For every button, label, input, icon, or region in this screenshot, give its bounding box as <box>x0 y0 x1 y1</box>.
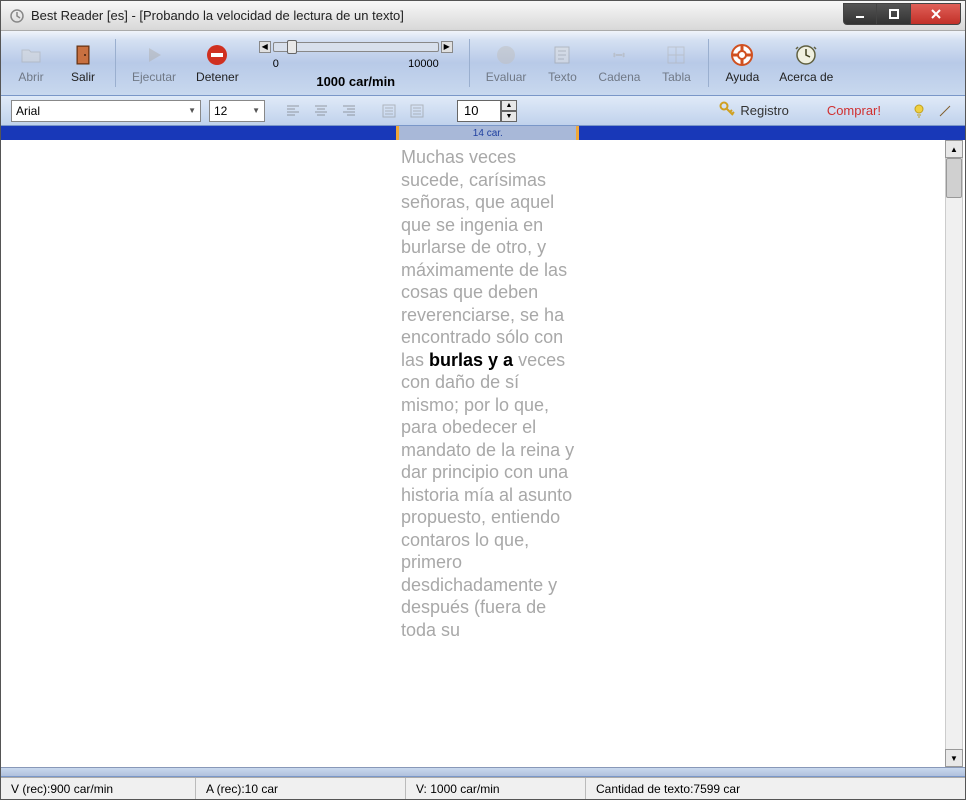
vertical-scrollbar[interactable]: ▲ ▼ <box>945 140 963 767</box>
status-vrec: V (rec):900 car/min <box>1 778 196 799</box>
align-left-button[interactable] <box>281 100 305 122</box>
window-controls <box>843 3 961 25</box>
status-cantidad: Cantidad de texto:7599 car <box>586 778 965 799</box>
titlebar[interactable]: Best Reader [es] - [Probando la velocida… <box>1 1 965 31</box>
register-button[interactable]: Registro <box>718 100 788 121</box>
list-group <box>377 100 429 122</box>
columns-spinner: ▲ ▼ <box>457 100 517 122</box>
app-icon <box>9 8 25 24</box>
toolbar-separator <box>708 39 709 87</box>
speed-value: 1000 car/min <box>259 74 453 89</box>
grid-icon <box>663 42 689 68</box>
font-size-combo[interactable]: 12 ▼ <box>209 100 265 122</box>
minimize-button[interactable] <box>843 3 877 25</box>
toolbar-separator <box>469 39 470 87</box>
clock-icon <box>793 42 819 68</box>
spinner-down-button[interactable]: ▼ <box>501 111 517 122</box>
columns-input[interactable] <box>457 100 501 122</box>
align-center-button[interactable] <box>309 100 333 122</box>
lifebuoy-icon <box>729 42 755 68</box>
slider-row: ◀ ▶ <box>259 38 453 56</box>
align-right-button[interactable] <box>337 100 361 122</box>
key-icon <box>718 100 736 121</box>
door-icon <box>70 42 96 68</box>
evaluate-button[interactable]: Evaluar <box>478 35 535 91</box>
scroll-up-button[interactable]: ▲ <box>945 140 963 158</box>
format-toolbar: Arial ▼ 12 ▼ ▲ ▼ Registro Comprar <box>1 96 965 126</box>
text-button[interactable]: Texto <box>538 35 586 91</box>
chain-icon <box>606 42 632 68</box>
status-v: V: 1000 car/min <box>406 778 586 799</box>
list2-button[interactable] <box>405 100 429 122</box>
help-button[interactable]: Ayuda <box>717 35 767 91</box>
close-button[interactable] <box>911 3 961 25</box>
chevron-down-icon: ▼ <box>188 106 196 115</box>
slider-labels: 0 10000 <box>259 58 453 70</box>
scroll-thumb[interactable] <box>946 158 962 198</box>
bottom-border <box>1 767 965 777</box>
chevron-down-icon: ▼ <box>252 106 260 115</box>
slider-track[interactable] <box>273 42 439 52</box>
current-word: burlas y a <box>429 350 513 370</box>
statusbar: V (rec):900 car/min A (rec):10 car V: 10… <box>1 777 965 799</box>
stop-button[interactable]: Detener <box>188 35 247 91</box>
folder-open-icon <box>18 42 44 68</box>
status-arec: A (rec):10 car <box>196 778 406 799</box>
slider-thumb[interactable] <box>287 40 297 54</box>
brush-button[interactable] <box>935 101 955 121</box>
buy-button[interactable]: Comprar! <box>827 103 881 118</box>
stop-icon <box>204 42 230 68</box>
text-icon <box>549 42 575 68</box>
spinner-up-button[interactable]: ▲ <box>501 100 517 111</box>
toolbar-separator <box>115 39 116 87</box>
hint-buttons <box>909 101 955 121</box>
exit-button[interactable]: Salir <box>59 35 107 91</box>
about-button[interactable]: Acerca de <box>771 35 841 91</box>
open-button[interactable]: Abrir <box>7 35 55 91</box>
font-combo[interactable]: Arial ▼ <box>11 100 201 122</box>
circle-icon <box>493 42 519 68</box>
main-toolbar: Abrir Salir Ejecutar Detener ◀ ▶ 0 10000 <box>1 31 965 96</box>
lightbulb-button[interactable] <box>909 101 929 121</box>
chain-button[interactable]: Cadena <box>590 35 648 91</box>
ruler-bar: 14 car. <box>1 126 965 140</box>
scroll-down-button[interactable]: ▼ <box>945 749 963 767</box>
slider-right-arrow[interactable]: ▶ <box>441 41 453 53</box>
scroll-track[interactable] <box>945 158 963 749</box>
table-button[interactable]: Tabla <box>652 35 700 91</box>
content-area: Muchas veces sucede, carísimas señoras, … <box>1 140 965 767</box>
window-title: Best Reader [es] - [Probando la velocida… <box>31 8 843 23</box>
slider-left-arrow[interactable]: ◀ <box>259 41 271 53</box>
app-window: Best Reader [es] - [Probando la velocida… <box>0 0 966 800</box>
play-icon <box>141 42 167 68</box>
reading-text: Muchas veces sucede, carísimas señoras, … <box>401 140 581 767</box>
maximize-button[interactable] <box>877 3 911 25</box>
list1-button[interactable] <box>377 100 401 122</box>
speed-slider-group: ◀ ▶ 0 10000 1000 car/min <box>251 35 461 91</box>
run-button[interactable]: Ejecutar <box>124 35 184 91</box>
align-group <box>281 100 361 122</box>
ruler-marker[interactable]: 14 car. <box>396 126 579 140</box>
